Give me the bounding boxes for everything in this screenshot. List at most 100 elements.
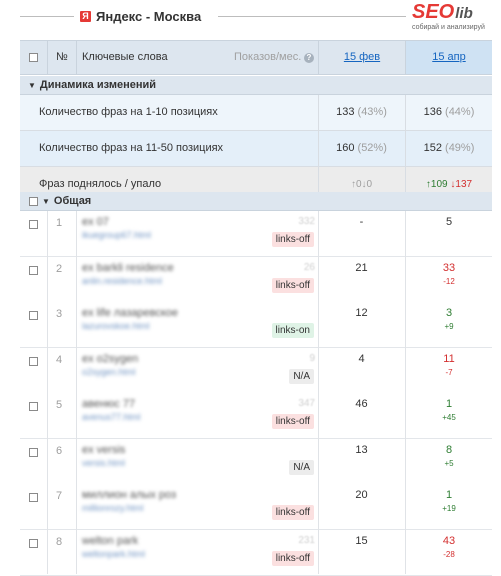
- shows-count: 231: [298, 535, 315, 546]
- help-icon[interactable]: ?: [304, 53, 314, 63]
- column-shows[interactable]: Показов/мес.: [234, 41, 301, 74]
- keyword-url[interactable]: anlin.residence.html: [82, 276, 162, 286]
- keyword-text: ex versis: [82, 444, 126, 456]
- keyword-text: ex o2sygen: [82, 353, 139, 365]
- position-date2: 43: [442, 535, 456, 547]
- keyword-url[interactable]: lazurovskoe.html: [82, 321, 150, 331]
- column-separator: [76, 211, 77, 574]
- position-date1: -: [359, 216, 364, 228]
- position-delta: -7: [445, 368, 453, 377]
- column-keywords[interactable]: Ключевые слова: [82, 41, 168, 74]
- links-status-badge[interactable]: links-off: [271, 232, 314, 247]
- keyword-text: welton park: [82, 535, 139, 547]
- keyword-url[interactable]: o2sygen.html: [82, 367, 136, 377]
- keyword-url[interactable]: versis.html: [82, 458, 125, 468]
- date-1-link[interactable]: 15 фев: [344, 51, 380, 63]
- dynamics-row: Количество фраз на 11-50 позициях 160 (5…: [20, 131, 492, 167]
- keyword-text: миллион алых роз: [82, 489, 177, 501]
- table-row[interactable]: 3 ex life лазаревское lazurovskoe.html link…: [20, 302, 492, 348]
- table-row[interactable]: 5 авенюс 77 avenus77.html 347 links-off 46 1 +4…: [20, 393, 492, 439]
- dynamics-label: Количество фраз на 11-50 позициях: [39, 142, 224, 154]
- row-checkbox[interactable]: [29, 491, 38, 503]
- dynamics-value-date2: 136 (44%): [423, 106, 475, 118]
- dynamics-value-date1: 133 (43%): [336, 106, 387, 118]
- links-status-badge[interactable]: links-off: [271, 414, 314, 429]
- shows-count: 26: [303, 262, 315, 273]
- position-date1: 46: [355, 398, 368, 410]
- logo-lib-text: lib: [455, 5, 473, 22]
- position-date1: 15: [355, 535, 368, 547]
- table-row[interactable]: 7 миллион алых роз millionrozy.html links-o…: [20, 484, 492, 530]
- table-row[interactable]: 8 welton park weltonpark.html 231 links-off 1…: [20, 530, 492, 576]
- links-status-badge[interactable]: N/A: [289, 369, 314, 384]
- position-date1: 4: [358, 353, 365, 365]
- row-checkbox[interactable]: [29, 264, 38, 276]
- select-all-checkbox[interactable]: [29, 41, 38, 74]
- yandex-icon: Я: [80, 11, 91, 22]
- keyword-url[interactable]: weltonpark.html: [82, 549, 145, 559]
- position-date2: 11: [443, 353, 455, 365]
- dynamics-value-date2: 152 (49%): [423, 142, 475, 154]
- position-date2: 1: [445, 489, 453, 501]
- column-separator: [405, 211, 406, 574]
- section-dynamics-header[interactable]: ▼ Динамика изменений: [20, 76, 492, 95]
- position-date1: 13: [355, 444, 368, 456]
- position-delta: -28: [443, 550, 455, 559]
- position-date2: 33: [442, 262, 456, 274]
- keyword-url[interactable]: ikuegroup67.html: [82, 230, 151, 240]
- keyword-url[interactable]: millionrozy.html: [82, 503, 143, 513]
- position-delta: +9: [444, 322, 454, 331]
- top-divider-left: [20, 16, 74, 17]
- section-select-checkbox[interactable]: [29, 195, 38, 207]
- table-row[interactable]: 6 ex versis versis.html N/A 13 8 +5: [20, 439, 492, 485]
- table-row[interactable]: 1 ex 07 ikuegroup67.html 332 links-off - 5: [20, 211, 492, 257]
- top-divider-right: [218, 16, 406, 17]
- table-row[interactable]: 2 ex barkli residence anlin.residence.html…: [20, 257, 492, 303]
- logo-seo-text: SEO: [412, 1, 455, 23]
- position-date1: 21: [355, 262, 368, 274]
- column-date-1[interactable]: 15 фев: [319, 41, 405, 74]
- column-separator: [47, 211, 48, 574]
- dynamics-value-date1: 160 (52%): [336, 142, 387, 154]
- shows-count: 332: [298, 216, 315, 227]
- table-row[interactable]: 4 ex o2sygen o2sygen.html 9 N/A 4 11 -7: [20, 348, 492, 394]
- row-checkbox[interactable]: [29, 218, 38, 230]
- table-header: № Ключевые слова Показов/мес. ? 15 фев 1…: [20, 40, 492, 75]
- date-2-link[interactable]: 15 апр: [432, 51, 465, 63]
- row-number: 4: [56, 354, 63, 366]
- position-date2: 1: [445, 398, 453, 410]
- keyword-text: ex barkli residence: [82, 262, 174, 274]
- links-status-badge[interactable]: links-off: [271, 551, 314, 566]
- shows-count: 9: [309, 353, 315, 364]
- dynamics-row: Количество фраз на 1-10 позициях 133 (43…: [20, 95, 492, 131]
- row-number: 2: [56, 263, 63, 275]
- position-delta: +5: [444, 459, 454, 468]
- collapse-triangle-icon[interactable]: ▼: [28, 77, 36, 95]
- row-checkbox[interactable]: [29, 400, 38, 412]
- shows-count: 347: [298, 398, 315, 409]
- keyword-text: ex 07: [82, 216, 109, 228]
- row-checkbox[interactable]: [29, 537, 38, 549]
- links-status-badge[interactable]: N/A: [289, 460, 314, 475]
- column-date-2[interactable]: 15 апр: [406, 41, 492, 74]
- seolib-logo[interactable]: SEOlib собирай и анализируй: [412, 1, 492, 31]
- links-status-badge[interactable]: links-off: [271, 278, 314, 293]
- position-date2: 8: [445, 444, 453, 456]
- position-delta: +19: [442, 504, 456, 513]
- row-number: 7: [56, 490, 63, 502]
- collapse-triangle-icon[interactable]: ▼: [42, 193, 50, 211]
- row-checkbox[interactable]: [29, 309, 38, 321]
- links-status-badge[interactable]: links-on: [271, 323, 314, 338]
- keyword-url[interactable]: avenus77.html: [82, 412, 141, 422]
- down-count: ↓137: [450, 179, 473, 190]
- row-number: 6: [56, 445, 63, 457]
- row-checkbox[interactable]: [29, 355, 38, 367]
- links-status-badge[interactable]: links-off: [271, 505, 314, 520]
- position-date1: 12: [355, 307, 368, 319]
- row-number: 3: [56, 308, 63, 320]
- row-number: 1: [56, 217, 63, 229]
- up-count: ↑109: [425, 179, 448, 190]
- row-checkbox[interactable]: [29, 446, 38, 458]
- section-general-header[interactable]: ▼ Общая: [20, 192, 492, 211]
- section-general-title: Общая: [53, 195, 92, 207]
